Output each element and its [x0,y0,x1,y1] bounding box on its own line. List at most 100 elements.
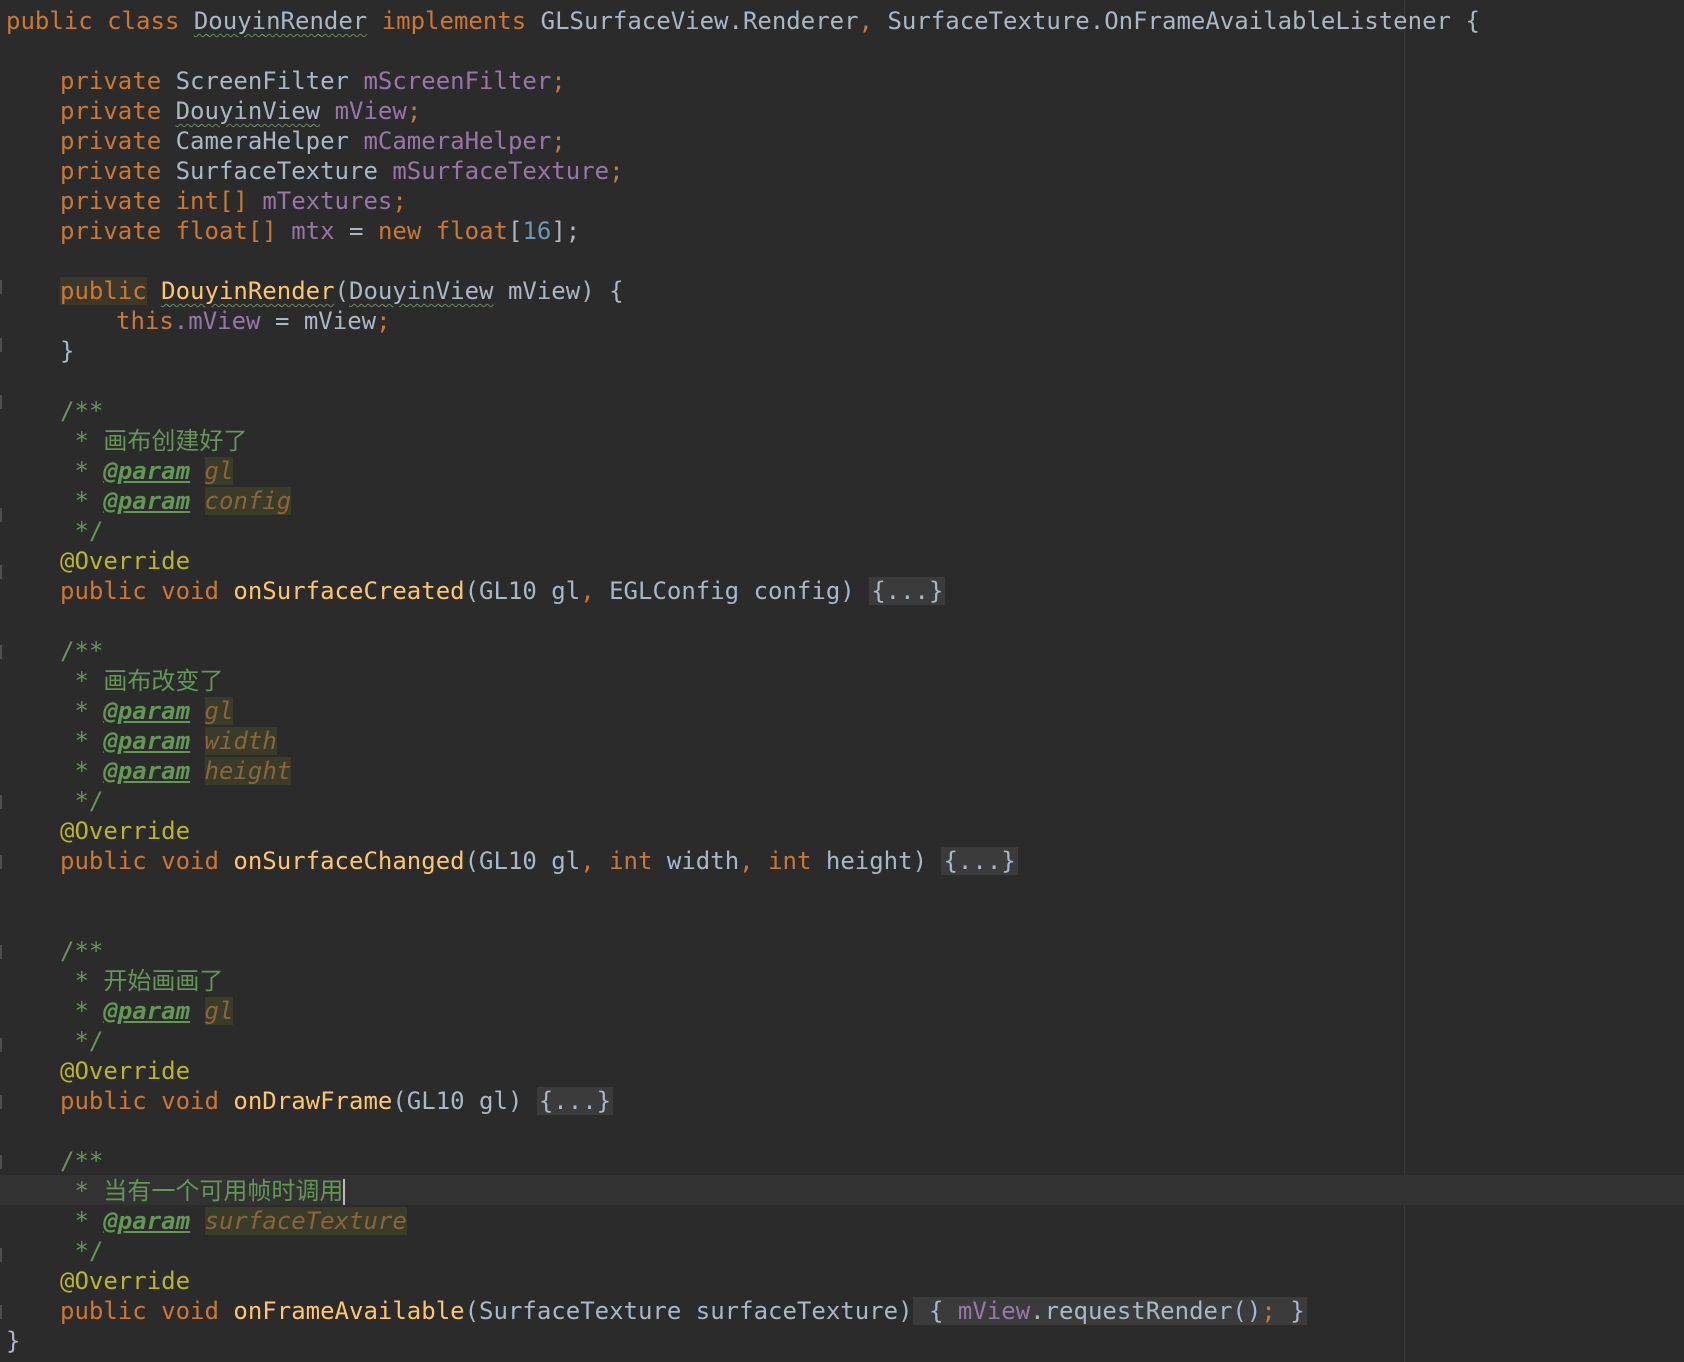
text-caret [343,1179,346,1205]
doc-star: * [74,697,89,725]
keyword: void [161,1297,219,1325]
fold-marker-icon[interactable] [0,855,2,869]
annotation-line[interactable]: @Override [60,816,190,846]
type-name: ScreenFilter [175,67,349,95]
doc-comment-close[interactable]: */ [60,786,103,816]
fold-marker-icon[interactable] [0,1095,2,1109]
keyword: public [60,277,147,305]
folded-region-button[interactable]: {...} [941,847,1018,875]
punctuation: ; [406,97,422,125]
fold-marker-icon[interactable] [0,1305,2,1319]
doc-comment-open[interactable]: /** [60,396,103,426]
field-name: mView [334,97,407,125]
constructor-close-line[interactable]: } [60,336,74,366]
signature: height) [811,847,928,875]
doc-comment-line[interactable]: * 画布创建好了 [60,426,247,456]
doc-param-line[interactable]: * @param height [60,756,292,786]
doc-comment-close[interactable]: */ [60,1026,103,1056]
doc-comment-line[interactable]: * 当有一个可用帧时调用 [60,1176,346,1206]
doc-comment-open[interactable]: /** [60,936,103,966]
class-close-line[interactable]: } [6,1326,20,1356]
doc-delimiter: /** [60,397,104,425]
annotation-line[interactable]: @Override [60,546,190,576]
fold-marker-icon[interactable] [0,645,2,659]
annotation-line[interactable]: @Override [60,1056,190,1086]
type-name: DouyinView [349,277,494,305]
doc-param-name: gl [204,997,234,1025]
method-name: onFrameAvailable [233,1297,465,1325]
doc-tag: @param [103,697,191,725]
field-line[interactable]: private DouyinView mView; [60,96,421,126]
doc-param-line[interactable]: * @param gl [60,456,234,486]
folded-region-button[interactable]: {...} [869,577,946,605]
fold-marker-icon[interactable] [0,945,2,959]
doc-comment-text: 当有一个可用帧时调用 [103,1177,344,1205]
doc-param-line[interactable]: * @param gl [60,996,234,1026]
keyword: public [60,1087,147,1115]
doc-star: * [74,457,89,485]
punctuation: , [858,7,873,35]
signature: (SurfaceTexture surfaceTexture) [464,1297,913,1325]
keyword: public [6,7,93,35]
constructor-body-line[interactable]: this.mView = mView; [116,306,391,336]
field-line[interactable]: private CameraHelper mCameraHelper; [60,126,566,156]
type-name: int[] [175,187,248,215]
method-signature-line[interactable]: public void onFrameAvailable(SurfaceText… [60,1296,1307,1326]
doc-comment-open[interactable]: /** [60,1146,103,1176]
doc-comment-open[interactable]: /** [60,636,103,666]
type-name: SurfaceTexture [175,157,378,185]
class-name: DouyinRender [193,7,368,35]
doc-param-line[interactable]: * @param config [60,486,292,516]
fold-marker-icon[interactable] [0,1038,2,1052]
folded-body[interactable]: { mView.requestRender(); } [912,1297,1307,1325]
class-declaration-line[interactable]: public class DouyinRender implements GLS… [6,6,1480,36]
field-line[interactable]: private int[] mTextures; [60,186,407,216]
method-signature-line[interactable]: public void onSurfaceCreated(GL10 gl, EG… [60,576,946,606]
doc-star: * [74,967,89,995]
annotation-line[interactable]: @Override [60,1266,190,1296]
param-name: mView [507,277,581,305]
field-line[interactable]: private float[] mtx = new float[16]; [60,216,580,246]
doc-comment-close[interactable]: */ [60,516,103,546]
method-call: .requestRender() [1030,1297,1262,1325]
method-signature-line[interactable]: public void onSurfaceChanged(GL10 gl, in… [60,846,1018,876]
doc-comment-line[interactable]: * 开始画画了 [60,966,223,996]
constructor-line[interactable]: public DouyinRender(DouyinView mView) { [60,276,624,306]
field-line[interactable]: private ScreenFilter mScreenFilter; [60,66,566,96]
fold-marker-icon[interactable] [0,1248,2,1262]
doc-comment-line[interactable]: * 画布改变了 [60,666,223,696]
doc-delimiter: /** [60,1147,104,1175]
keyword: private [60,67,162,95]
fold-marker-icon[interactable] [0,280,2,294]
fold-marker-icon[interactable] [0,508,2,522]
doc-param-line[interactable]: * @param gl [60,696,234,726]
keyword: int [609,847,653,875]
punctuation: ; [551,67,566,95]
fold-marker-icon[interactable] [0,1155,2,1169]
doc-comment-text: 画布改变了 [103,667,224,695]
doc-tag: @param [103,1207,191,1235]
keyword: private [60,127,162,155]
constructor-name: DouyinRender [161,277,335,305]
fold-marker-icon[interactable] [0,338,2,352]
keyword: private [60,217,162,245]
keyword: public [60,577,147,605]
doc-param-line[interactable]: * @param width [60,726,277,756]
brace: } [6,1327,21,1355]
method-signature-line[interactable]: public void onDrawFrame(GL10 gl) {...} [60,1086,614,1116]
fold-marker-icon[interactable] [0,565,2,579]
type-name: float[] [175,217,277,245]
fold-marker-icon[interactable] [0,795,2,809]
doc-comment-close[interactable]: */ [60,1236,103,1266]
doc-tag: @param [103,457,191,485]
field-line[interactable]: private SurfaceTexture mSurfaceTexture; [60,156,624,186]
fold-marker-icon[interactable] [0,395,2,409]
doc-param-line[interactable]: * @param surfaceTexture [60,1206,407,1236]
doc-star: * [74,427,89,455]
code-editor[interactable]: public class DouyinRender implements GLS… [0,0,1684,1362]
folded-region-button[interactable]: {...} [536,1087,614,1115]
keyword: class [107,7,180,35]
doc-param-name: gl [204,697,234,725]
method-name: onDrawFrame [233,1087,393,1115]
field-name: mtx [291,217,335,245]
